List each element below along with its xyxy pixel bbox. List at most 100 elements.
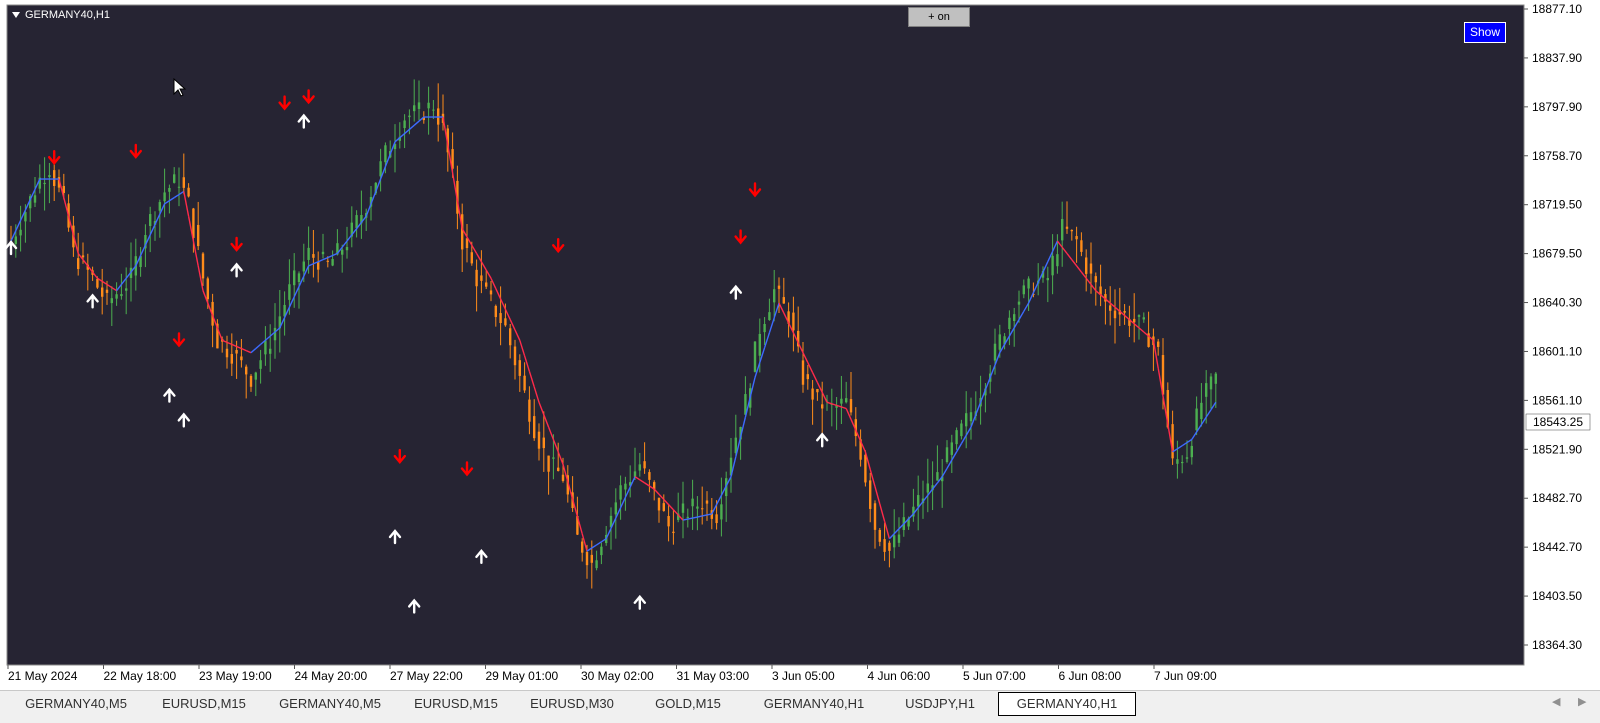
candle-body	[1133, 318, 1136, 323]
on-toggle-button[interactable]: + on	[908, 7, 970, 27]
scroll-right-icon[interactable]: ▶	[1578, 695, 1586, 708]
candle-body	[936, 472, 939, 481]
candle-body	[1214, 373, 1217, 384]
collapse-triangle-icon[interactable]	[12, 12, 20, 18]
candle-body	[993, 343, 997, 361]
y-tick-label: 18797.90	[1532, 100, 1582, 114]
chart-window[interactable]: 18877.10 18837.90 18797.90 18758.70 18719.50…	[0, 0, 1600, 684]
chart-tab[interactable]: EURUSD,M30	[514, 693, 631, 714]
candle-body	[96, 278, 99, 288]
chart-tab[interactable]: EURUSD,M15	[398, 693, 515, 714]
candle-body	[696, 506, 699, 509]
candle-body	[413, 105, 416, 112]
candle-body	[206, 278, 209, 300]
candle-body	[302, 261, 305, 272]
candle-body	[48, 175, 51, 178]
candle-body	[163, 192, 166, 202]
chart-tab[interactable]: GERMANY40,M5	[262, 693, 399, 714]
candle-body	[1008, 317, 1011, 330]
candle-body	[528, 399, 531, 422]
candle-body	[81, 255, 85, 258]
candle-body	[230, 354, 233, 364]
x-tick-label: 4 Jun 06:00	[868, 669, 931, 683]
candle-body	[581, 541, 584, 553]
scroll-left-icon[interactable]: ◀	[1552, 695, 1560, 708]
y-tick-label: 18601.10	[1532, 344, 1582, 358]
y-tick-label: 18758.70	[1532, 149, 1582, 163]
price-axis: 18877.10 18837.90 18797.90 18758.70 18719.50…	[1524, 2, 1582, 652]
candle-body	[950, 442, 953, 455]
candle-body	[312, 254, 315, 258]
candle-body	[427, 102, 430, 109]
y-tick-label: 18679.50	[1532, 247, 1582, 261]
x-tick-label: 7 Jun 09:00	[1154, 669, 1217, 683]
y-tick-label: 18719.50	[1532, 198, 1582, 212]
candle-body	[293, 270, 296, 286]
candle-body	[269, 348, 272, 354]
y-tick-label: 18640.30	[1532, 296, 1582, 310]
candle-body	[1176, 459, 1179, 464]
candle-body	[701, 508, 704, 510]
chart-tab[interactable]: GOLD,M15	[630, 693, 747, 714]
chart-tab[interactable]: GERMANY40,H1	[998, 692, 1136, 716]
candle-body	[969, 412, 973, 422]
x-tick-label: 23 May 19:00	[199, 669, 272, 683]
candle-body	[225, 348, 229, 358]
candle-body	[1094, 276, 1097, 283]
candle-body	[110, 298, 113, 304]
candle-body	[998, 334, 1001, 350]
candle-body	[864, 454, 867, 483]
candle-body	[806, 374, 809, 380]
candle-body	[801, 360, 805, 385]
candle-body	[14, 236, 17, 244]
candle-body	[547, 455, 550, 472]
candle-body	[201, 253, 205, 279]
x-tick-label: 5 Jun 07:00	[963, 669, 1026, 683]
candle-body	[878, 529, 881, 542]
candle-body	[763, 323, 766, 333]
candle-body	[1017, 301, 1021, 305]
candle-body	[1171, 424, 1174, 459]
candle-body	[403, 120, 406, 129]
candle-body	[1123, 310, 1126, 313]
show-button[interactable]: Show	[1464, 22, 1506, 43]
current-price-marker: 18543.25	[1525, 413, 1591, 431]
candle-body	[585, 551, 589, 566]
x-tick-label: 6 Jun 08:00	[1059, 669, 1122, 683]
candle-body	[1137, 315, 1141, 317]
candle-body	[1195, 408, 1198, 431]
candle-body	[840, 398, 843, 404]
candle-body	[297, 273, 301, 283]
chart-tab[interactable]: GERMANY40,H1	[746, 693, 883, 714]
candle-body	[105, 289, 109, 293]
candle-body	[715, 514, 718, 524]
candle-body	[1027, 278, 1030, 289]
candle-body	[557, 467, 560, 471]
candle-body	[513, 346, 517, 366]
candle-body	[662, 503, 665, 511]
candle-body	[705, 500, 709, 504]
candle-body	[485, 282, 488, 287]
chart-tab[interactable]: USDJPY,H1	[882, 693, 999, 714]
candle-body	[926, 483, 929, 493]
candle-body	[19, 229, 22, 236]
chart-tab[interactable]: EURUSD,M15	[146, 693, 263, 714]
candle-body	[518, 360, 521, 376]
price-chart[interactable]: 18877.10 18837.90 18797.90 18758.70 18719.50…	[0, 0, 1600, 684]
candle-body	[624, 483, 627, 490]
candle-body	[187, 187, 190, 197]
candle-body	[331, 259, 334, 266]
candle-body	[643, 461, 646, 469]
candle-body	[168, 187, 171, 192]
candle-body	[1185, 457, 1189, 459]
symbol-title[interactable]: GERMANY40,H1	[12, 9, 110, 21]
chart-tab[interactable]: GERMANY40,M5	[6, 693, 147, 714]
x-tick-label: 21 May 2024	[8, 669, 78, 683]
candle-body	[101, 287, 104, 297]
candle-body	[595, 560, 598, 569]
candle-body	[235, 350, 238, 354]
y-tick-label: 18364.30	[1532, 638, 1582, 652]
time-axis: 21 May 2024 22 May 18:00 23 May 19:00 24 Ma…	[7, 665, 1217, 683]
y-tick-label: 18561.10	[1532, 393, 1582, 407]
candle-body	[648, 472, 651, 480]
